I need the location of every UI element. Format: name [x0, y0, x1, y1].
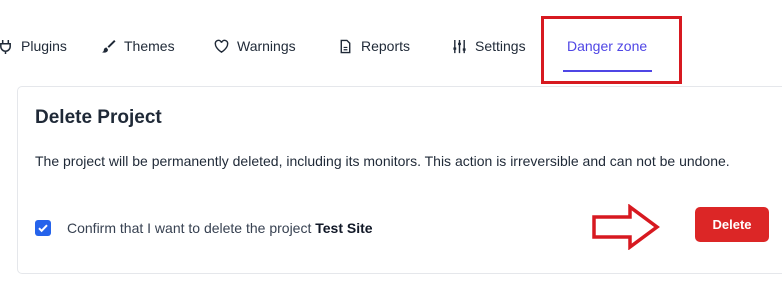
tab-label: Themes: [124, 38, 175, 54]
tab-plugins[interactable]: Plugins: [0, 34, 67, 58]
tab-reports[interactable]: Reports: [337, 34, 410, 58]
tab-label: Plugins: [21, 38, 67, 54]
delete-button[interactable]: Delete: [695, 207, 769, 242]
project-name: Test Site: [315, 220, 373, 236]
tab-label: Reports: [361, 38, 411, 54]
brush-icon: [100, 38, 116, 54]
delete-project-card: Delete Project The project will be perma…: [17, 86, 782, 274]
confirm-text: Confirm that I want to delete the projec…: [67, 220, 312, 236]
checkmark-icon: [38, 224, 48, 233]
annotation-arrow-icon: [592, 204, 660, 250]
confirm-checkbox[interactable]: [35, 220, 51, 236]
confirm-label: Confirm that I want to delete the projec…: [67, 220, 373, 236]
sliders-icon: [451, 38, 467, 54]
heart-icon: [213, 38, 229, 54]
tab-warnings[interactable]: Warnings: [213, 34, 296, 58]
tab-bar: Plugins Themes Warnings Reports Settings: [0, 0, 782, 90]
tab-settings[interactable]: Settings: [451, 34, 526, 58]
document-icon: [337, 38, 353, 54]
card-title: Delete Project: [35, 107, 162, 128]
tab-themes[interactable]: Themes: [100, 34, 175, 58]
confirm-row: Confirm that I want to delete the projec…: [35, 217, 373, 239]
card-description: The project will be permanently deleted,…: [35, 153, 730, 169]
annotation-highlight-box: [541, 16, 682, 84]
danger-zone-page: Plugins Themes Warnings Reports Settings: [0, 0, 782, 281]
tab-label: Settings: [475, 38, 526, 54]
plug-icon: [0, 38, 13, 54]
tab-label: Warnings: [237, 38, 296, 54]
